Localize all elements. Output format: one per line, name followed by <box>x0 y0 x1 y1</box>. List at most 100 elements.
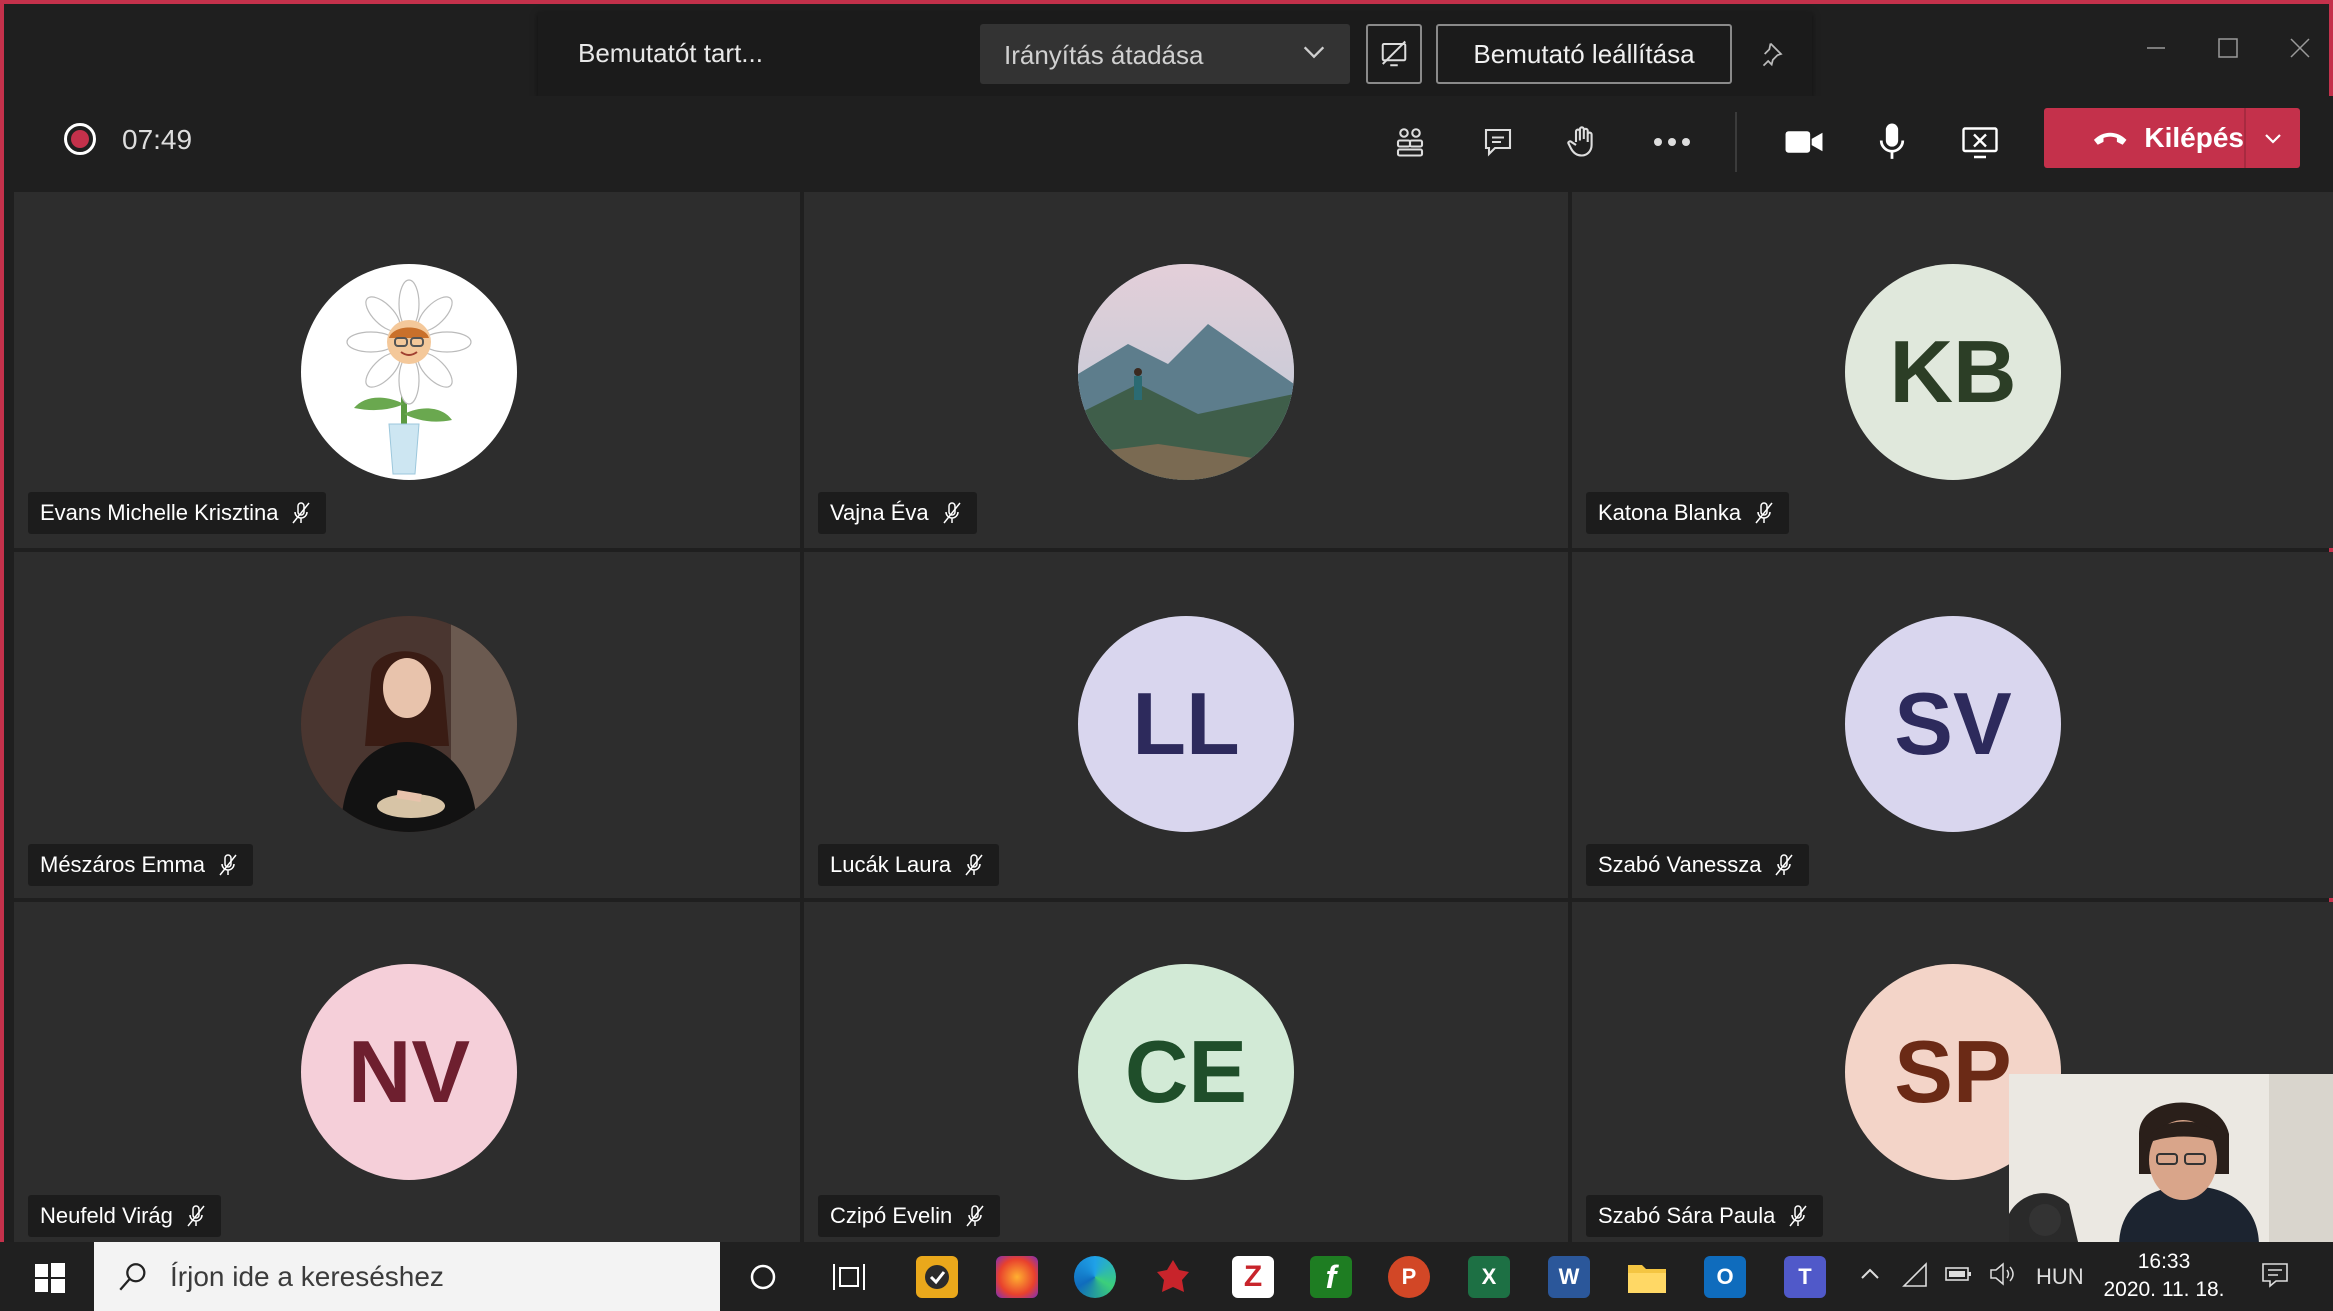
mic-muted-icon <box>966 1205 984 1227</box>
notifications-icon[interactable] <box>2260 1260 2290 1296</box>
person-photo-avatar <box>301 616 517 832</box>
participant-tile[interactable]: LL Lucák Laura <box>804 552 1568 898</box>
mic-muted-icon <box>1775 854 1794 876</box>
presenting-status: Bemutatót tart... <box>578 38 763 68</box>
mic-muted-icon <box>1789 1205 1807 1227</box>
participant-tile[interactable]: Vajna Éva <box>804 192 1568 548</box>
powerpoint-icon[interactable]: P <box>1388 1256 1430 1298</box>
participant-tile[interactable]: Mészáros Emma <box>14 552 800 898</box>
task-view-icon[interactable] <box>828 1256 870 1298</box>
avatar <box>1078 264 1294 480</box>
firefox-icon[interactable] <box>996 1256 1038 1298</box>
network-icon[interactable] <box>1902 1262 1930 1294</box>
raise-hand-icon[interactable] <box>1558 118 1606 166</box>
mic-muted-icon <box>965 854 983 876</box>
battery-icon[interactable] <box>1944 1262 1974 1292</box>
avatar-initials: SV <box>1845 616 2061 832</box>
teams-meeting-window: Bemutatót tart... Irányítás átadása Bemu… <box>0 0 2333 1311</box>
taskbar-search-box[interactable]: Írjon ide a kereséshez <box>94 1242 720 1311</box>
participant-tile[interactable]: SV Szabó Vanessza <box>1572 552 2333 898</box>
participant-name-chip: Vajna Éva <box>818 492 977 534</box>
participant-name: Vajna Éva <box>830 500 929 525</box>
input-language[interactable]: HUN <box>2036 1264 2084 1290</box>
minimize-icon[interactable] <box>2136 28 2176 68</box>
windows-start-icon[interactable] <box>34 1262 66 1294</box>
presenter-toolbar: Bemutatót tart... Irányítás átadása Bemu… <box>538 12 1812 96</box>
landscape-photo-avatar <box>1078 264 1294 480</box>
stop-sharing-system-audio-button[interactable] <box>1366 24 1422 84</box>
app-red-icon[interactable] <box>1152 1256 1194 1298</box>
participant-name: Szabó Sára Paula <box>1598 1203 1776 1228</box>
avatar-initials: LL <box>1078 616 1294 832</box>
search-placeholder: Írjon ide a kereséshez <box>170 1260 444 1292</box>
formula-app-icon[interactable]: f <box>1310 1256 1352 1298</box>
show-hidden-icons-chevron[interactable] <box>1858 1262 1882 1292</box>
volume-icon[interactable] <box>1988 1262 2018 1292</box>
todo-app-icon[interactable] <box>916 1256 958 1298</box>
mic-muted-icon <box>943 502 961 524</box>
stop-presenting-button[interactable]: Bemutató leállítása <box>1436 24 1732 84</box>
mic-muted-icon <box>1755 502 1773 524</box>
excel-icon[interactable]: X <box>1468 1256 1510 1298</box>
maximize-icon[interactable] <box>2208 28 2248 68</box>
participant-name-chip: Mészáros Emma <box>28 844 254 886</box>
outlook-icon[interactable]: O <box>1704 1256 1746 1298</box>
participant-name: Czipó Evelin <box>830 1203 953 1228</box>
windows-taskbar: Írjon ide a kereséshez Z f P X W O T HUN… <box>0 1242 2333 1311</box>
participant-name: Katona Blanka <box>1598 500 1742 525</box>
search-icon <box>119 1262 146 1290</box>
avatar-initials: CE <box>1078 964 1294 1180</box>
participant-name: Evans Michelle Krisztina <box>40 500 279 525</box>
participant-name: Neufeld Virág <box>40 1203 173 1228</box>
self-video-preview[interactable] <box>2009 1074 2333 1246</box>
participant-name-chip: Katona Blanka <box>1586 492 1790 534</box>
participant-name-chip: Czipó Evelin <box>818 1195 1001 1237</box>
toolbar-divider <box>1735 112 1737 172</box>
microphone-icon[interactable] <box>1868 118 1916 166</box>
daisy-avatar-image <box>346 279 472 475</box>
participant-name: Szabó Vanessza <box>1598 852 1762 877</box>
avatar-initials: KB <box>1845 264 2061 480</box>
participant-name-chip: Neufeld Virág <box>28 1195 221 1237</box>
clock-time: 16:33 <box>2137 1250 2191 1273</box>
zotero-icon[interactable]: Z <box>1232 1256 1274 1298</box>
participant-name-chip: Szabó Vanessza <box>1586 844 1810 886</box>
participants-icon[interactable] <box>1386 118 1434 166</box>
teams-icon[interactable]: T <box>1784 1256 1826 1298</box>
close-icon[interactable] <box>2280 28 2320 68</box>
participant-tile[interactable]: Evans Michelle Krisztina <box>14 192 800 548</box>
participant-name: Lucák Laura <box>830 852 952 877</box>
leave-options-chevron[interactable] <box>2246 126 2300 150</box>
camera-icon[interactable] <box>1780 118 1828 166</box>
leave-button[interactable]: Kilépés <box>2044 108 2300 168</box>
participant-name-chip: Evans Michelle Krisztina <box>28 492 327 534</box>
leave-main[interactable]: Kilépés <box>2044 108 2244 168</box>
pin-icon[interactable] <box>1760 40 1788 68</box>
file-explorer-icon[interactable] <box>1626 1256 1668 1298</box>
hang-up-icon <box>2093 132 2127 145</box>
participant-name-chip: Szabó Sára Paula <box>1586 1195 1824 1237</box>
participant-tile[interactable]: KB Katona Blanka <box>1572 192 2333 548</box>
mic-muted-icon <box>292 502 311 524</box>
chevron-down-icon <box>1303 46 1325 59</box>
give-control-dropdown[interactable]: Irányítás átadása <box>980 24 1350 84</box>
word-icon[interactable]: W <box>1548 1256 1590 1298</box>
system-clock[interactable]: 16:33 2020. 11. 18. <box>2098 1248 2230 1304</box>
participant-tile[interactable]: NV Neufeld Virág <box>14 902 800 1246</box>
recording-indicator-icon <box>64 123 96 155</box>
leave-label: Kilépés <box>2144 122 2244 153</box>
avatar <box>301 616 517 832</box>
cortana-icon[interactable] <box>742 1256 784 1298</box>
more-options-icon[interactable] <box>1648 118 1696 166</box>
participant-name-chip: Lucák Laura <box>818 844 1000 886</box>
meeting-controls-bar: 07:49 Kilépés <box>8 96 2333 192</box>
edge-icon[interactable] <box>1074 1256 1116 1298</box>
avatar-initials: NV <box>301 964 517 1180</box>
screen-share-off-icon <box>1381 40 1407 67</box>
chat-icon[interactable] <box>1474 118 1522 166</box>
participant-tile[interactable]: CE Czipó Evelin <box>804 902 1568 1246</box>
stop-share-tray-icon[interactable] <box>1956 118 2004 166</box>
participant-name: Mészáros Emma <box>40 852 206 877</box>
avatar <box>301 264 517 480</box>
mic-muted-icon <box>187 1205 205 1227</box>
